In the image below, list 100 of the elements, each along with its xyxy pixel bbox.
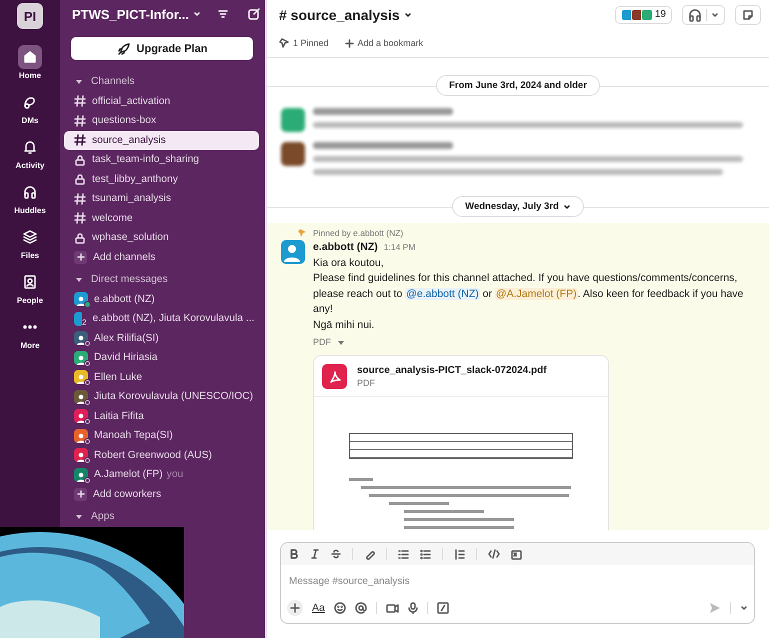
attach-button[interactable] bbox=[287, 600, 303, 616]
dm-item[interactable]: Laitia Fifita bbox=[64, 406, 259, 426]
code-icon bbox=[488, 549, 500, 559]
date-divider[interactable]: From June 3rd, 2024 and older bbox=[436, 75, 600, 96]
upgrade-button[interactable]: Upgrade Plan bbox=[71, 37, 253, 60]
date-divider[interactable]: Wednesday, July 3rd bbox=[452, 196, 584, 217]
workspace-icon[interactable]: PI bbox=[17, 3, 43, 29]
attachment-label[interactable]: PDF bbox=[313, 335, 331, 350]
dm-item[interactable]: Ellen Luke bbox=[64, 368, 259, 387]
dm-item[interactable]: Alex Rilifia(SI) bbox=[64, 328, 259, 348]
slash-command-icon bbox=[436, 602, 449, 614]
rail-tab[interactable]: More bbox=[18, 315, 42, 350]
canvas-button[interactable] bbox=[735, 4, 761, 24]
pinned-button[interactable]: 1 Pinned bbox=[279, 38, 329, 48]
bell-icon bbox=[22, 139, 38, 155]
compose-icon bbox=[247, 7, 261, 21]
dm-item[interactable]: e.abbott (NZ) bbox=[64, 290, 259, 309]
section-title[interactable]: Channels bbox=[91, 76, 135, 88]
video-icon bbox=[386, 602, 399, 614]
filter-icon bbox=[217, 8, 229, 20]
channel-name: tsunami_analysis bbox=[92, 193, 171, 204]
dm-name: Manoah Tepa(SI) bbox=[94, 430, 173, 442]
channel-name: source_analysis bbox=[92, 134, 166, 146]
you-label: you bbox=[166, 469, 184, 480]
mention-link[interactable]: @e.abbott (NZ) bbox=[405, 288, 480, 300]
rail-tab[interactable]: People bbox=[16, 270, 44, 305]
rocket-icon bbox=[116, 42, 131, 56]
dm-name: Ellen Luke bbox=[94, 372, 142, 383]
pin-icon bbox=[279, 38, 289, 48]
mention-icon bbox=[354, 602, 367, 614]
channel-name: questions-box bbox=[92, 115, 156, 126]
microphone-icon bbox=[408, 602, 418, 614]
note-icon bbox=[741, 8, 755, 22]
send-icon bbox=[709, 602, 721, 614]
dm-item[interactable]: Manoah Tepa(SI) bbox=[64, 426, 259, 446]
bold-icon bbox=[289, 549, 299, 559]
emoji-icon bbox=[334, 602, 346, 614]
channel-name: wphase_solution bbox=[92, 232, 169, 244]
channel-item[interactable]: welcome bbox=[64, 208, 259, 228]
channel-name: official_activation bbox=[92, 96, 170, 107]
dm-name: Jiuta Korovulavula (UNESCO/IOC) bbox=[94, 391, 254, 402]
message-time[interactable]: 1:14 PM bbox=[384, 240, 416, 256]
dm-name: Robert Greenwood (AUS) bbox=[94, 450, 212, 461]
plus-icon bbox=[344, 38, 354, 48]
dm-item[interactable]: Jiuta Korovulavula (UNESCO/IOC) bbox=[64, 387, 259, 406]
message-text: Please find guidelines for this channel attached. If you have questions/comments/concerns, please reach out to @e.abbott (NZ) or @A.Jamelot (FP). Also keen for feedback if you have any! bbox=[313, 271, 744, 317]
pinned-label: Pinned by e.abbott (NZ) bbox=[313, 228, 404, 238]
add-item[interactable]: Add channels bbox=[64, 248, 259, 267]
section-title[interactable]: Apps bbox=[91, 511, 114, 522]
author-name[interactable]: e.abbott (NZ) bbox=[313, 240, 378, 256]
rail-tab[interactable]: Activity bbox=[16, 135, 44, 170]
section-title[interactable]: Direct messages bbox=[91, 274, 168, 286]
plus-icon bbox=[290, 603, 300, 613]
dm-item[interactable]: Robert Greenwood (AUS) bbox=[64, 446, 259, 465]
channel-name: task_team-info_sharing bbox=[92, 154, 200, 166]
contacts-icon bbox=[22, 274, 38, 290]
caret-icon bbox=[562, 202, 571, 210]
dm-item[interactable]: A.Jamelot (FP) you bbox=[64, 465, 259, 484]
code-block-icon bbox=[511, 548, 522, 560]
headphones-icon bbox=[688, 8, 702, 22]
rail-tab[interactable]: DMs bbox=[18, 90, 42, 125]
channel-item[interactable]: tsunami_analysis bbox=[64, 189, 259, 208]
layers-icon bbox=[22, 229, 38, 245]
channel-name: test_libby_anthony bbox=[92, 174, 178, 185]
channel-item[interactable]: wphase_solution bbox=[64, 228, 259, 248]
channel-title[interactable]: # source_analysis bbox=[279, 6, 400, 22]
group-dm-item[interactable]: 2 e.abbott (NZ), Jiuta Korovulavula ... bbox=[64, 309, 259, 328]
message-text: Ngā mihi nui. bbox=[313, 318, 376, 332]
channel-item[interactable]: source_analysis bbox=[64, 130, 259, 150]
channel-item[interactable]: official_activation bbox=[64, 92, 259, 111]
add-item[interactable]: Add coworkers bbox=[64, 484, 259, 504]
add-label: Add channels bbox=[93, 252, 156, 263]
channel-name: welcome bbox=[92, 212, 133, 224]
channel-item[interactable]: test_libby_anthony bbox=[64, 170, 259, 189]
link-icon bbox=[364, 548, 375, 560]
channel-item[interactable]: task_team-info_sharing bbox=[64, 150, 259, 170]
member-count: 2 bbox=[82, 318, 86, 328]
channel-item[interactable]: questions-box bbox=[64, 111, 259, 130]
rail-tab[interactable]: Files bbox=[18, 225, 42, 260]
workspace-name[interactable]: PTWS_PICT-Infor... bbox=[72, 6, 190, 22]
caret-icon bbox=[193, 10, 202, 18]
huddle-button[interactable] bbox=[682, 4, 725, 24]
dm-name: David Hiriasia bbox=[94, 352, 158, 364]
file-card[interactable]: source_analysis-PICT_slack-072024.pdf PDF bbox=[313, 354, 609, 530]
rail-tab[interactable]: Huddles bbox=[14, 180, 46, 215]
message-composer[interactable]: Message #source_analysis Aa bbox=[280, 542, 755, 624]
file-name: source_analysis-PICT_slack-072024.pdf bbox=[357, 364, 547, 376]
plus-icon bbox=[76, 489, 86, 500]
bookmark-button[interactable]: Add a bookmark bbox=[344, 38, 424, 48]
formatting-button[interactable]: Aa bbox=[312, 602, 325, 614]
dm-name: Laitia Fifita bbox=[94, 410, 144, 422]
dm-name: e.abbott (NZ) bbox=[94, 294, 155, 305]
caret-icon bbox=[740, 604, 748, 612]
italic-icon bbox=[310, 549, 320, 559]
dm-item[interactable]: David Hiriasia bbox=[64, 348, 259, 368]
caret-icon bbox=[337, 338, 345, 347]
numbered-list-icon bbox=[398, 548, 409, 560]
dm-name: Alex Rilifia(SI) bbox=[94, 332, 159, 344]
members-button[interactable]: 19 bbox=[614, 6, 672, 24]
plus-icon bbox=[76, 252, 86, 262]
